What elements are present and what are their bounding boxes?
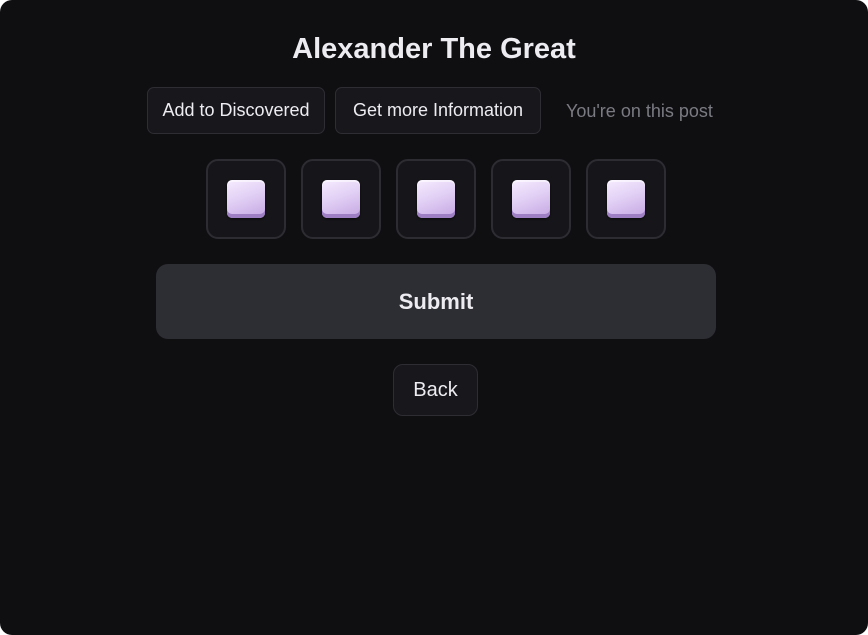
get-more-information-button[interactable]: Get more Information — [335, 87, 541, 134]
back-button[interactable]: Back — [393, 364, 478, 416]
purple-square-icon — [607, 180, 645, 218]
purple-square-icon — [512, 180, 550, 218]
purple-square-icon — [417, 180, 455, 218]
square-slot-3[interactable] — [396, 159, 476, 239]
purple-square-icon — [227, 180, 265, 218]
page-title: Alexander The Great — [292, 33, 576, 65]
main-card: Alexander The Great Add to Discovered Ge… — [0, 0, 868, 635]
square-slot-5[interactable] — [586, 159, 666, 239]
square-slot-1[interactable] — [206, 159, 286, 239]
submit-button[interactable]: Submit — [156, 264, 716, 339]
add-to-discovered-button[interactable]: Add to Discovered — [147, 87, 325, 134]
status-text: You're on this post — [566, 101, 713, 121]
square-slot-4[interactable] — [491, 159, 571, 239]
square-slot-2[interactable] — [301, 159, 381, 239]
purple-square-icon — [322, 180, 360, 218]
